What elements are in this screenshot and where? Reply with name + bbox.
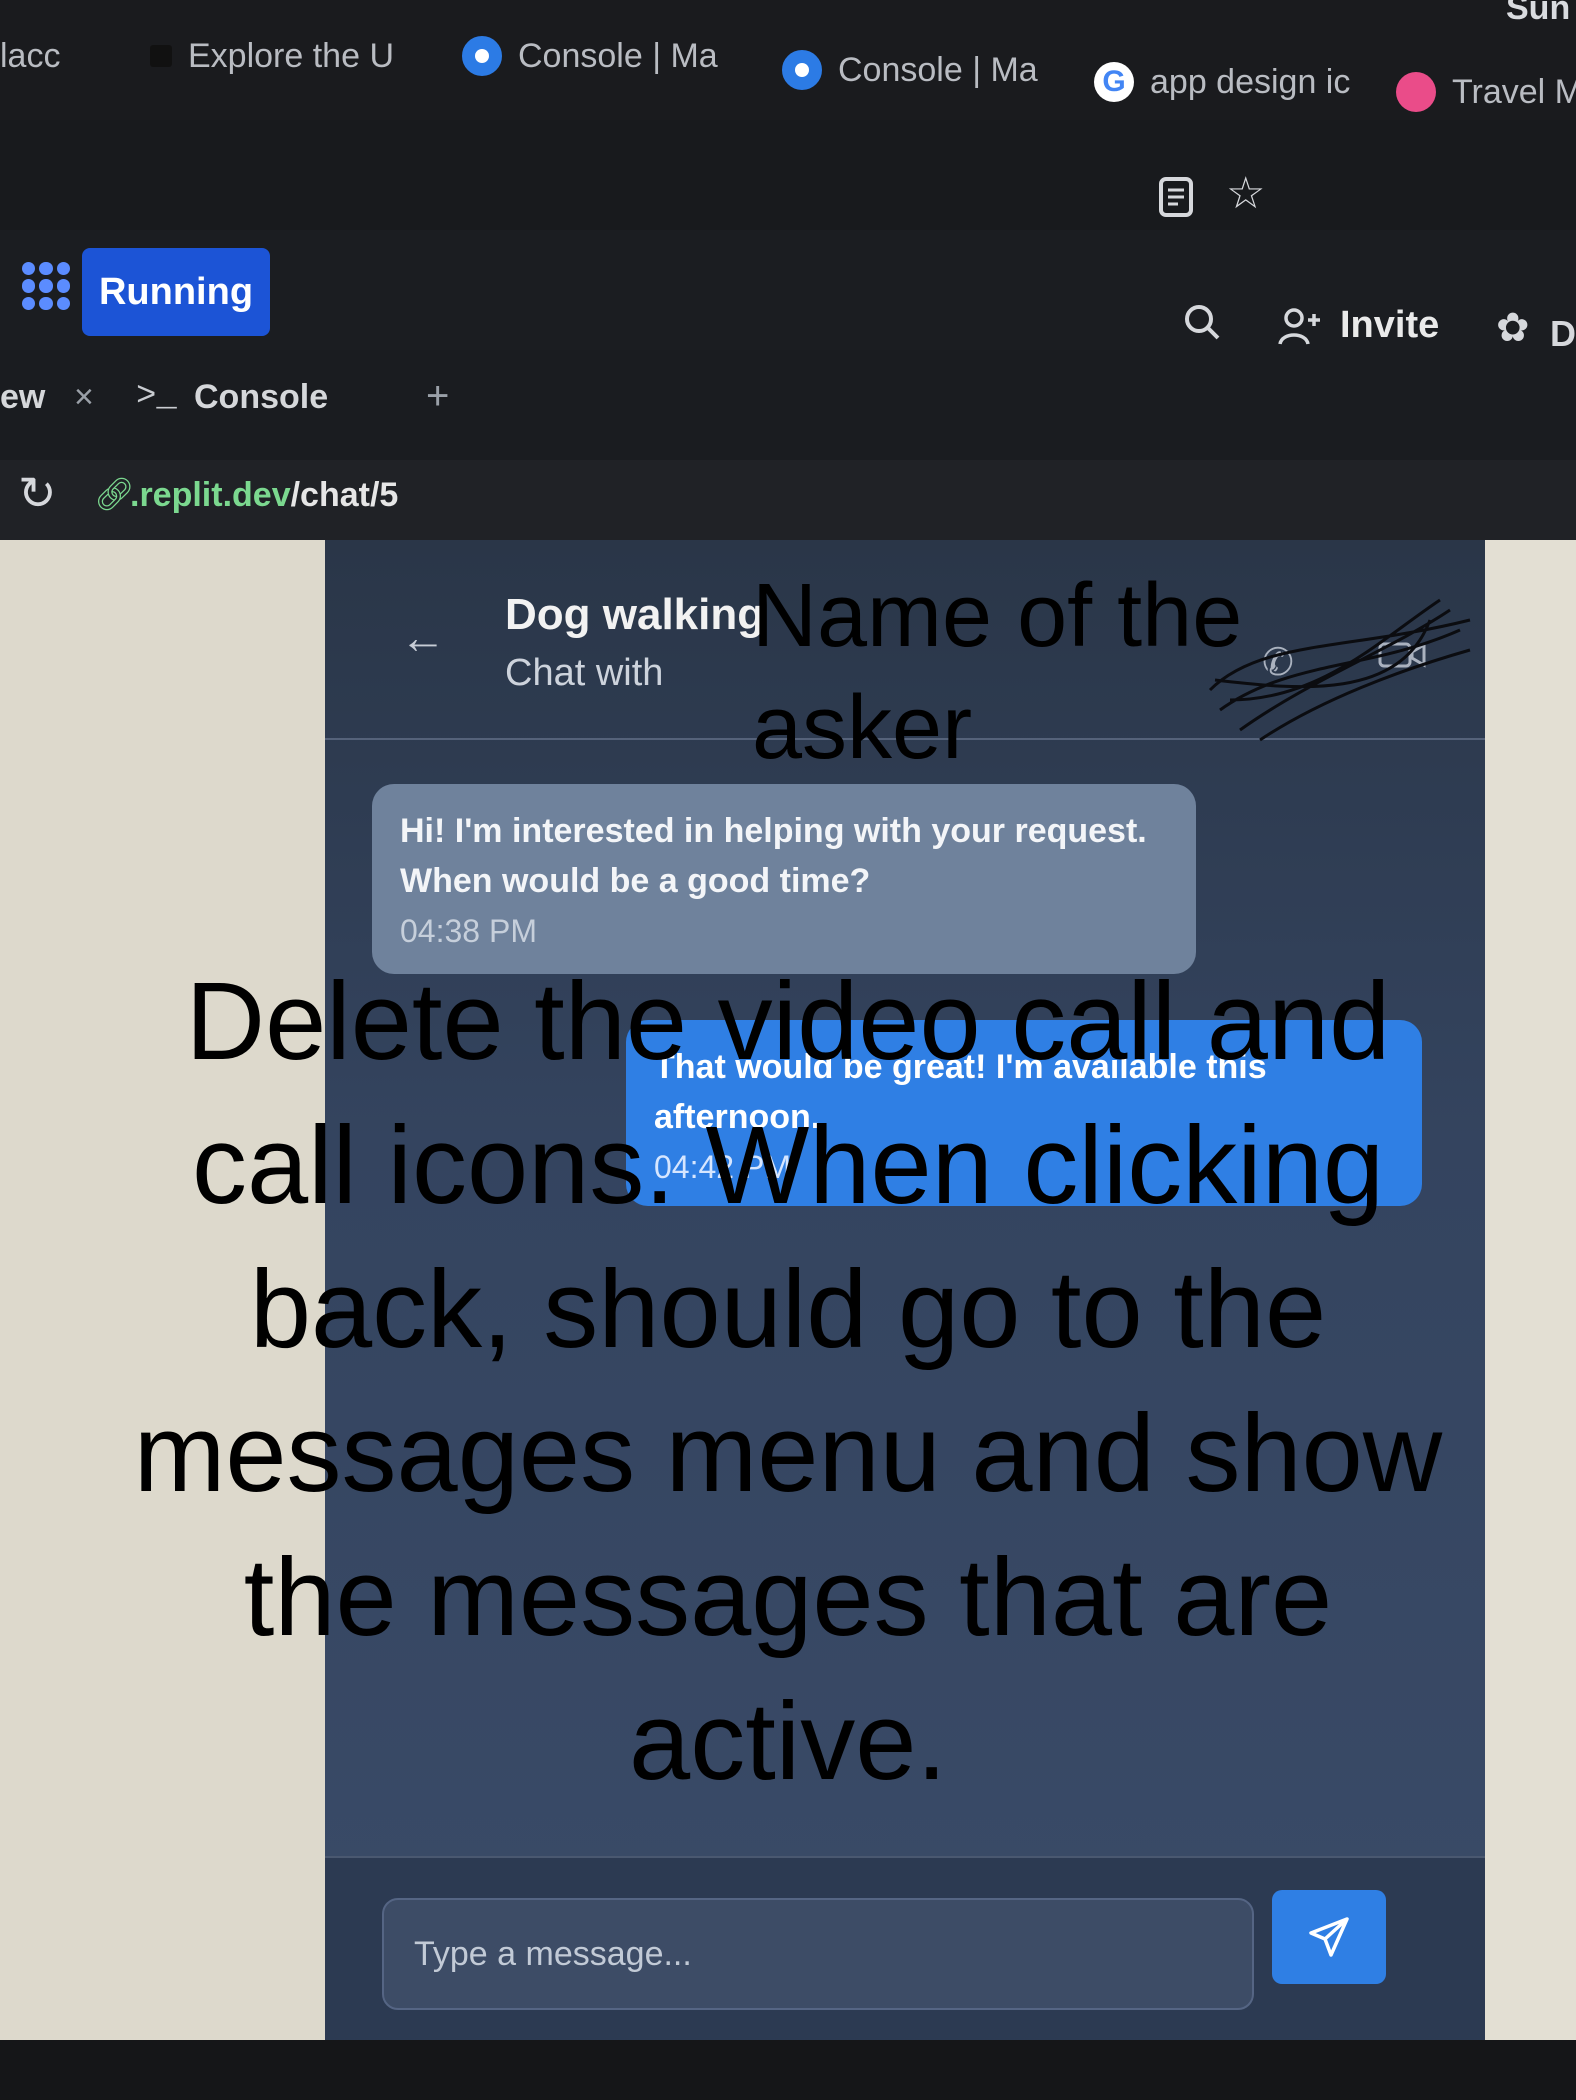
annotation-header-note: Name of the asker	[752, 566, 1243, 778]
browser-tab[interactable]: G app design ic	[1094, 52, 1350, 112]
add-user-icon	[1278, 306, 1322, 352]
url-path: /chat/5	[290, 476, 399, 514]
dribbble-favicon-icon	[1396, 72, 1436, 112]
search-icon[interactable]	[1182, 302, 1222, 350]
add-tab-button[interactable]: +	[426, 374, 449, 419]
partial-deploy-label: D	[1550, 313, 1576, 354]
reader-mode-icon[interactable]	[1158, 176, 1194, 226]
running-status-button[interactable]: Running	[82, 248, 270, 336]
tab-title: Travel Mo	[1452, 72, 1576, 111]
tab-title: Console | Ma	[838, 50, 1038, 89]
chat-subtitle: Chat with	[505, 652, 664, 694]
taskbar	[0, 2040, 1576, 2100]
square-favicon-icon	[150, 45, 172, 67]
invite-button[interactable]: Invite	[1340, 304, 1439, 347]
deploy-icon[interactable]: ✿	[1496, 308, 1530, 348]
browser-tab[interactable]: Explore the U	[150, 26, 394, 86]
message-input[interactable]	[382, 1898, 1254, 2010]
partial-label: Sun	[1506, 0, 1570, 38]
star-bookmark-icon[interactable]: ☆	[1226, 172, 1265, 216]
webview-url[interactable]: .replit.dev/chat/5	[130, 476, 398, 515]
replit-apps-grid-icon[interactable]	[22, 262, 70, 310]
tab-console[interactable]: Console	[194, 378, 328, 417]
browser-toolbar: ☆	[0, 120, 1576, 240]
workspace-tabs: ew × >_ Console +	[0, 350, 1576, 460]
console-favicon-icon	[782, 50, 822, 90]
url-host: .replit.dev	[130, 476, 291, 514]
browser-tab-strip: lacc Explore the U Console | Ma Console …	[0, 0, 1576, 120]
browser-tab[interactable]: lacc	[0, 26, 60, 86]
tab-title: lacc	[0, 36, 61, 75]
send-button[interactable]	[1272, 1890, 1386, 1984]
message-time: 04:38 PM	[400, 913, 537, 949]
console-prompt-icon: >_	[136, 378, 177, 416]
browser-tab[interactable]: Travel Mo	[1396, 62, 1576, 122]
refresh-icon[interactable]: ↻	[18, 470, 57, 516]
annotation-main-note: Delete the video call and call icons. Wh…	[133, 960, 1443, 1803]
tab-webview[interactable]: ew	[0, 378, 45, 417]
chat-title: Dog walking	[505, 590, 765, 639]
google-favicon-icon: G	[1094, 62, 1134, 102]
tab-title: app design ic	[1150, 62, 1351, 101]
message-text: Hi! I'm interested in helping with your …	[400, 812, 1147, 900]
close-tab-icon[interactable]: ×	[74, 378, 94, 417]
page-margin-right	[1482, 540, 1576, 2040]
send-icon	[1309, 1917, 1349, 1957]
tab-title: Console | Ma	[518, 36, 718, 75]
browser-tab[interactable]: Console | Ma	[462, 26, 718, 86]
tab-title: Explore the U	[188, 36, 394, 75]
browser-tab[interactable]: Console | Ma	[782, 40, 1038, 100]
link-icon: 🔗︎	[94, 476, 135, 512]
message-incoming: Hi! I'm interested in helping with your …	[372, 784, 1196, 974]
back-arrow-icon[interactable]: ←	[400, 610, 446, 664]
partial-text: Sun	[1506, 0, 1571, 27]
console-favicon-icon	[462, 36, 502, 76]
